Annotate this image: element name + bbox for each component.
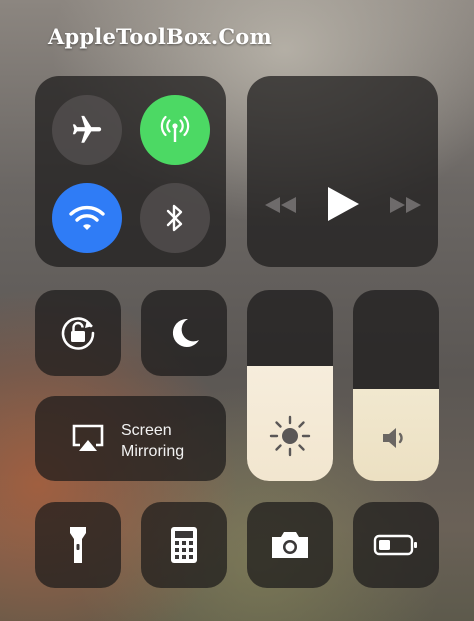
sun-icon bbox=[269, 415, 311, 457]
cellular-data-button[interactable] bbox=[140, 95, 210, 165]
watermark: AppleToolBox.Com bbox=[48, 24, 272, 49]
rewind-icon bbox=[265, 197, 296, 213]
rewind-button[interactable] bbox=[261, 190, 301, 220]
flashlight-icon bbox=[70, 527, 86, 563]
airplane-mode-button[interactable] bbox=[52, 95, 122, 165]
moon-icon bbox=[172, 318, 199, 347]
camera-button[interactable] bbox=[247, 502, 333, 588]
speaker-icon bbox=[383, 428, 403, 448]
cellular-antenna-icon bbox=[160, 115, 190, 142]
screen-mirroring-label: Screen Mirroring bbox=[121, 420, 184, 462]
orientation-lock-button[interactable] bbox=[35, 290, 121, 376]
play-icon bbox=[328, 187, 359, 221]
low-power-mode-button[interactable] bbox=[353, 502, 439, 588]
screen-mirroring-button[interactable]: Screen Mirroring bbox=[35, 396, 226, 481]
flashlight-button[interactable] bbox=[35, 502, 121, 588]
calculator-button[interactable] bbox=[141, 502, 227, 588]
play-button[interactable] bbox=[321, 182, 365, 226]
now-playing-panel bbox=[247, 76, 438, 267]
airplay-icon bbox=[72, 424, 104, 451]
rotation-lock-icon bbox=[61, 317, 95, 350]
bluetooth-icon bbox=[166, 204, 183, 232]
do-not-disturb-button[interactable] bbox=[141, 290, 227, 376]
airplane-icon bbox=[72, 115, 102, 143]
brightness-slider[interactable] bbox=[247, 290, 333, 481]
fast-forward-icon bbox=[390, 197, 421, 213]
fast-forward-button[interactable] bbox=[385, 190, 425, 220]
volume-icon-wrap bbox=[353, 426, 439, 450]
screen-mirroring-label-line1: Screen bbox=[121, 422, 172, 439]
screen-mirroring-label-line2: Mirroring bbox=[121, 443, 185, 460]
calculator-icon bbox=[171, 527, 197, 563]
brightness-icon-wrap bbox=[247, 414, 333, 458]
connectivity-panel bbox=[35, 76, 226, 267]
battery-icon bbox=[373, 534, 417, 556]
bluetooth-button[interactable] bbox=[140, 183, 210, 253]
camera-icon bbox=[272, 532, 308, 558]
wifi-button[interactable] bbox=[52, 183, 122, 253]
wifi-icon bbox=[69, 205, 105, 230]
volume-slider[interactable] bbox=[353, 290, 439, 481]
